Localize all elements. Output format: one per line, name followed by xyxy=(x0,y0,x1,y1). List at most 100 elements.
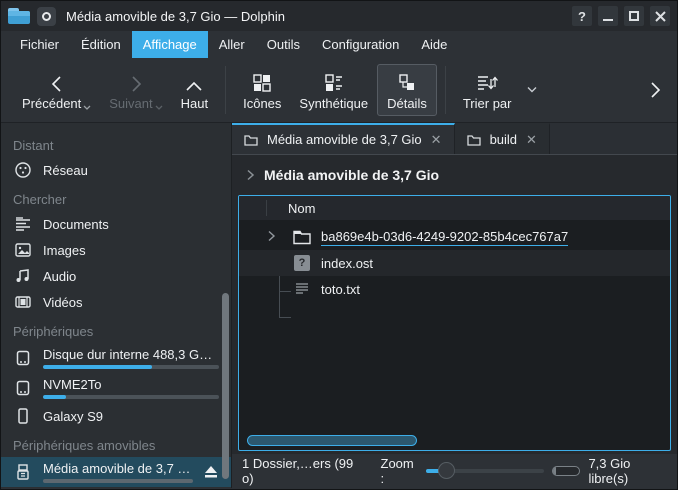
sidebar-item-images[interactable]: Images xyxy=(1,237,231,263)
breadcrumb[interactable]: Média amovible de 3,7 Gio xyxy=(264,167,439,183)
zoom-label: Zoom : xyxy=(381,456,418,486)
titlebar[interactable]: Média amovible de 3,7 Gio — Dolphin ? xyxy=(1,1,677,31)
window-menu-icon[interactable] xyxy=(37,7,56,26)
horizontal-scrollbar[interactable] xyxy=(247,435,417,446)
sidebar-item-reseau[interactable]: Réseau xyxy=(1,157,231,183)
menu-aller[interactable]: Aller xyxy=(208,31,256,58)
hard-disk-icon xyxy=(13,379,33,397)
zoom-slider-handle[interactable] xyxy=(438,462,455,479)
file-row-folder[interactable]: ba869e4b-03d6-4249-9202-85b4cec767a7 xyxy=(239,224,670,250)
file-row-index-ost[interactable]: ? index.ost xyxy=(239,250,670,276)
tab-label: Média amovible de 3,7 Gio xyxy=(267,132,422,147)
sidebar-item-label: Disque dur interne 488,3 G… xyxy=(43,347,219,362)
maximize-button[interactable] xyxy=(623,5,645,27)
image-icon xyxy=(13,241,33,259)
file-rows: ba869e4b-03d6-4249-9202-85b4cec767a7 ? i… xyxy=(239,224,670,302)
details-view-button[interactable]: Détails xyxy=(377,64,437,116)
toolbar: Précédent Suivant Haut xyxy=(1,58,677,123)
sidebar-item-disque-interne[interactable]: Disque dur interne 488,3 G… xyxy=(1,343,231,373)
sort-dropdown-icon[interactable] xyxy=(526,86,538,94)
sidebar-scrollbar[interactable] xyxy=(222,293,229,479)
forward-button[interactable]: Suivant xyxy=(100,65,171,115)
eject-button[interactable] xyxy=(203,465,219,479)
toolbar-overflow-button[interactable] xyxy=(645,77,665,103)
tab-media-amovible[interactable]: Média amovible de 3,7 Gio ✕ xyxy=(232,123,455,154)
help-button[interactable]: ? xyxy=(571,5,593,27)
sidebar-item-media-amovible[interactable]: Média amovible de 3,7 … xyxy=(1,457,231,487)
sort-label: Trier par xyxy=(463,96,512,111)
minimize-button[interactable] xyxy=(597,5,619,27)
breadcrumb-chevron-icon xyxy=(246,169,255,181)
details-view-label: Détails xyxy=(387,96,427,111)
file-name[interactable]: ba869e4b-03d6-4249-9202-85b4cec767a7 xyxy=(321,229,568,246)
column-header-row[interactable]: Nom xyxy=(239,196,670,220)
music-note-icon xyxy=(13,267,33,285)
file-name[interactable]: toto.txt xyxy=(321,282,360,297)
sidebar-item-galaxy-s9[interactable]: Galaxy S9 xyxy=(1,403,231,429)
places-section-peripheriques: Périphériques xyxy=(1,321,231,343)
maximize-icon xyxy=(629,11,639,21)
sort-by-button[interactable]: Trier par xyxy=(454,65,539,115)
details-view-icon xyxy=(397,69,417,93)
main-area: Média amovible de 3,7 Gio ✕ build ✕ Médi… xyxy=(232,123,677,488)
file-name[interactable]: index.ost xyxy=(321,256,373,271)
compact-view-label: Synthétique xyxy=(299,96,368,111)
up-label: Haut xyxy=(181,96,208,111)
tab-label: build xyxy=(490,132,517,147)
window-body: Distant Réseau Chercher xyxy=(1,123,677,488)
compact-view-button[interactable]: Synthétique xyxy=(290,65,377,115)
disk-usage-bar xyxy=(43,395,219,399)
tab-close-icon[interactable]: ✕ xyxy=(526,132,537,148)
menu-edition[interactable]: Édition xyxy=(70,31,132,58)
help-icon: ? xyxy=(578,9,586,24)
usb-drive-icon xyxy=(13,463,33,481)
menu-fichier[interactable]: Fichier xyxy=(9,31,70,58)
zoom-slider[interactable] xyxy=(426,462,544,480)
sidebar-item-nvme2to[interactable]: NVME2To xyxy=(1,373,231,403)
tree-guide xyxy=(279,317,291,318)
sidebar-item-label: Documents xyxy=(43,217,219,232)
tab-build[interactable]: build ✕ xyxy=(455,123,550,154)
file-row-toto-txt[interactable]: toto.txt xyxy=(239,276,670,302)
sidebar-item-videos[interactable]: Vidéos xyxy=(1,289,231,315)
up-icon xyxy=(185,69,203,93)
file-view[interactable]: Nom xyxy=(238,195,671,451)
menu-outils[interactable]: Outils xyxy=(256,31,311,58)
back-button[interactable]: Précédent xyxy=(13,65,100,115)
status-summary: 1 Dossier,…ers (99 o) xyxy=(242,456,359,486)
chevron-right-icon xyxy=(649,81,661,99)
tab-close-icon[interactable]: ✕ xyxy=(431,132,442,148)
menu-aide[interactable]: Aide xyxy=(410,31,458,58)
unknown-file-icon: ? xyxy=(293,254,311,272)
places-section-peripheriques-amovibles: Périphériques amovibles xyxy=(1,435,231,457)
sort-icon xyxy=(476,69,498,93)
minimize-icon xyxy=(603,19,613,21)
folder-icon xyxy=(244,134,258,146)
location-bar[interactable]: Média amovible de 3,7 Gio xyxy=(232,155,677,195)
column-divider xyxy=(266,200,267,216)
toolbar-separator xyxy=(445,66,446,114)
forward-dropdown-icon[interactable] xyxy=(155,105,163,111)
back-label: Précédent xyxy=(22,96,81,111)
window-controls: ? xyxy=(571,5,671,27)
menu-affichage[interactable]: Affichage xyxy=(132,31,208,58)
disk-usage-bar xyxy=(43,365,219,369)
sidebar-item-label: Images xyxy=(43,243,219,258)
sidebar-item-label: Réseau xyxy=(43,163,219,178)
expand-chevron-icon[interactable] xyxy=(267,230,276,242)
folder-icon xyxy=(293,228,311,246)
close-button[interactable] xyxy=(649,5,671,27)
back-dropdown-icon[interactable] xyxy=(83,105,91,111)
up-button[interactable]: Haut xyxy=(172,65,217,115)
hard-disk-icon xyxy=(13,349,33,367)
icons-view-icon xyxy=(252,69,272,93)
icons-view-button[interactable]: Icônes xyxy=(234,65,290,115)
column-header-nom[interactable]: Nom xyxy=(239,201,315,216)
folder-icon xyxy=(467,134,481,146)
menu-configuration[interactable]: Configuration xyxy=(311,31,410,58)
sidebar-item-audio[interactable]: Audio xyxy=(1,263,231,289)
sidebar-item-documents[interactable]: Documents xyxy=(1,211,231,237)
phone-icon xyxy=(13,407,33,425)
tab-bar: Média amovible de 3,7 Gio ✕ build ✕ xyxy=(232,123,677,155)
places-section-distant: Distant xyxy=(1,135,231,157)
